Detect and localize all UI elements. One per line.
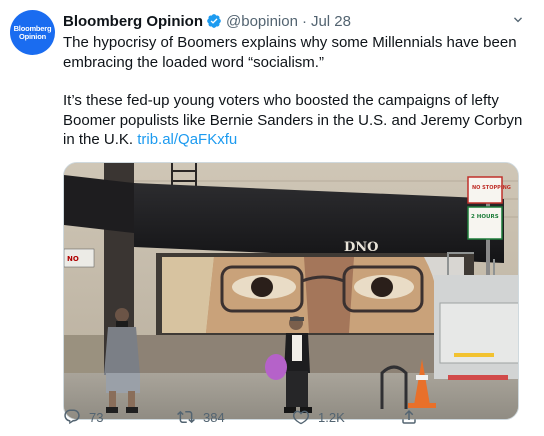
reply-count: 73 xyxy=(89,409,104,425)
share-button[interactable] xyxy=(400,408,418,426)
tweet-header: Bloomberg Opinion @bopinion · Jul 28 xyxy=(63,11,529,31)
verified-badge-icon xyxy=(206,13,222,29)
tweet-content: Bloomberg Opinion @bopinion · Jul 28 The… xyxy=(63,11,529,420)
retweet-count: 384 xyxy=(203,409,225,425)
tweet-paragraph-2: It’s these fed-up young voters who boost… xyxy=(63,91,529,150)
parking-sign-mid: 2 HOURS xyxy=(471,214,499,220)
tweet-paragraph-2-text: It’s these fed-up young voters who boost… xyxy=(63,92,523,148)
no-sign-text: NO xyxy=(67,255,79,263)
tweet-actions: 73 384 1.2K xyxy=(63,408,483,426)
like-count: 1.2K xyxy=(318,409,345,425)
share-icon xyxy=(402,409,416,424)
storefront-sign: DNO xyxy=(344,240,378,255)
author-name[interactable]: Bloomberg Opinion xyxy=(63,13,203,30)
parking-sign-top: NO STOPPING xyxy=(472,185,511,191)
avatar-text-line-2: Opinion xyxy=(19,31,46,41)
retweet-button[interactable]: 384 xyxy=(177,408,292,426)
tweet-date[interactable]: Jul 28 xyxy=(311,13,351,30)
author-handle[interactable]: @bopinion xyxy=(226,13,298,30)
avatar[interactable]: Bloomberg Opinion xyxy=(10,10,55,55)
heart-icon xyxy=(292,410,310,425)
separator-dot: · xyxy=(301,12,307,30)
reply-button[interactable]: 73 xyxy=(63,408,177,426)
like-button[interactable]: 1.2K xyxy=(292,408,400,426)
reply-icon xyxy=(64,409,80,425)
retweet-icon xyxy=(177,410,195,424)
tweet-link[interactable]: trib.al/QaFKxfu xyxy=(137,131,237,148)
tweet-photo[interactable]: DNO NO NO STOPPING 2 HOURS xyxy=(63,161,519,420)
tweet-card[interactable]: Bloomberg Opinion Bloomberg Opinion @bop… xyxy=(0,0,544,436)
photo-scene: DNO NO NO STOPPING 2 HOURS xyxy=(64,162,518,419)
more-options-icon[interactable] xyxy=(507,9,529,31)
tweet-paragraph-1: The hypocrisy of Boomers explains why so… xyxy=(63,34,517,71)
tweet-text: The hypocrisy of Boomers explains why so… xyxy=(63,33,529,150)
